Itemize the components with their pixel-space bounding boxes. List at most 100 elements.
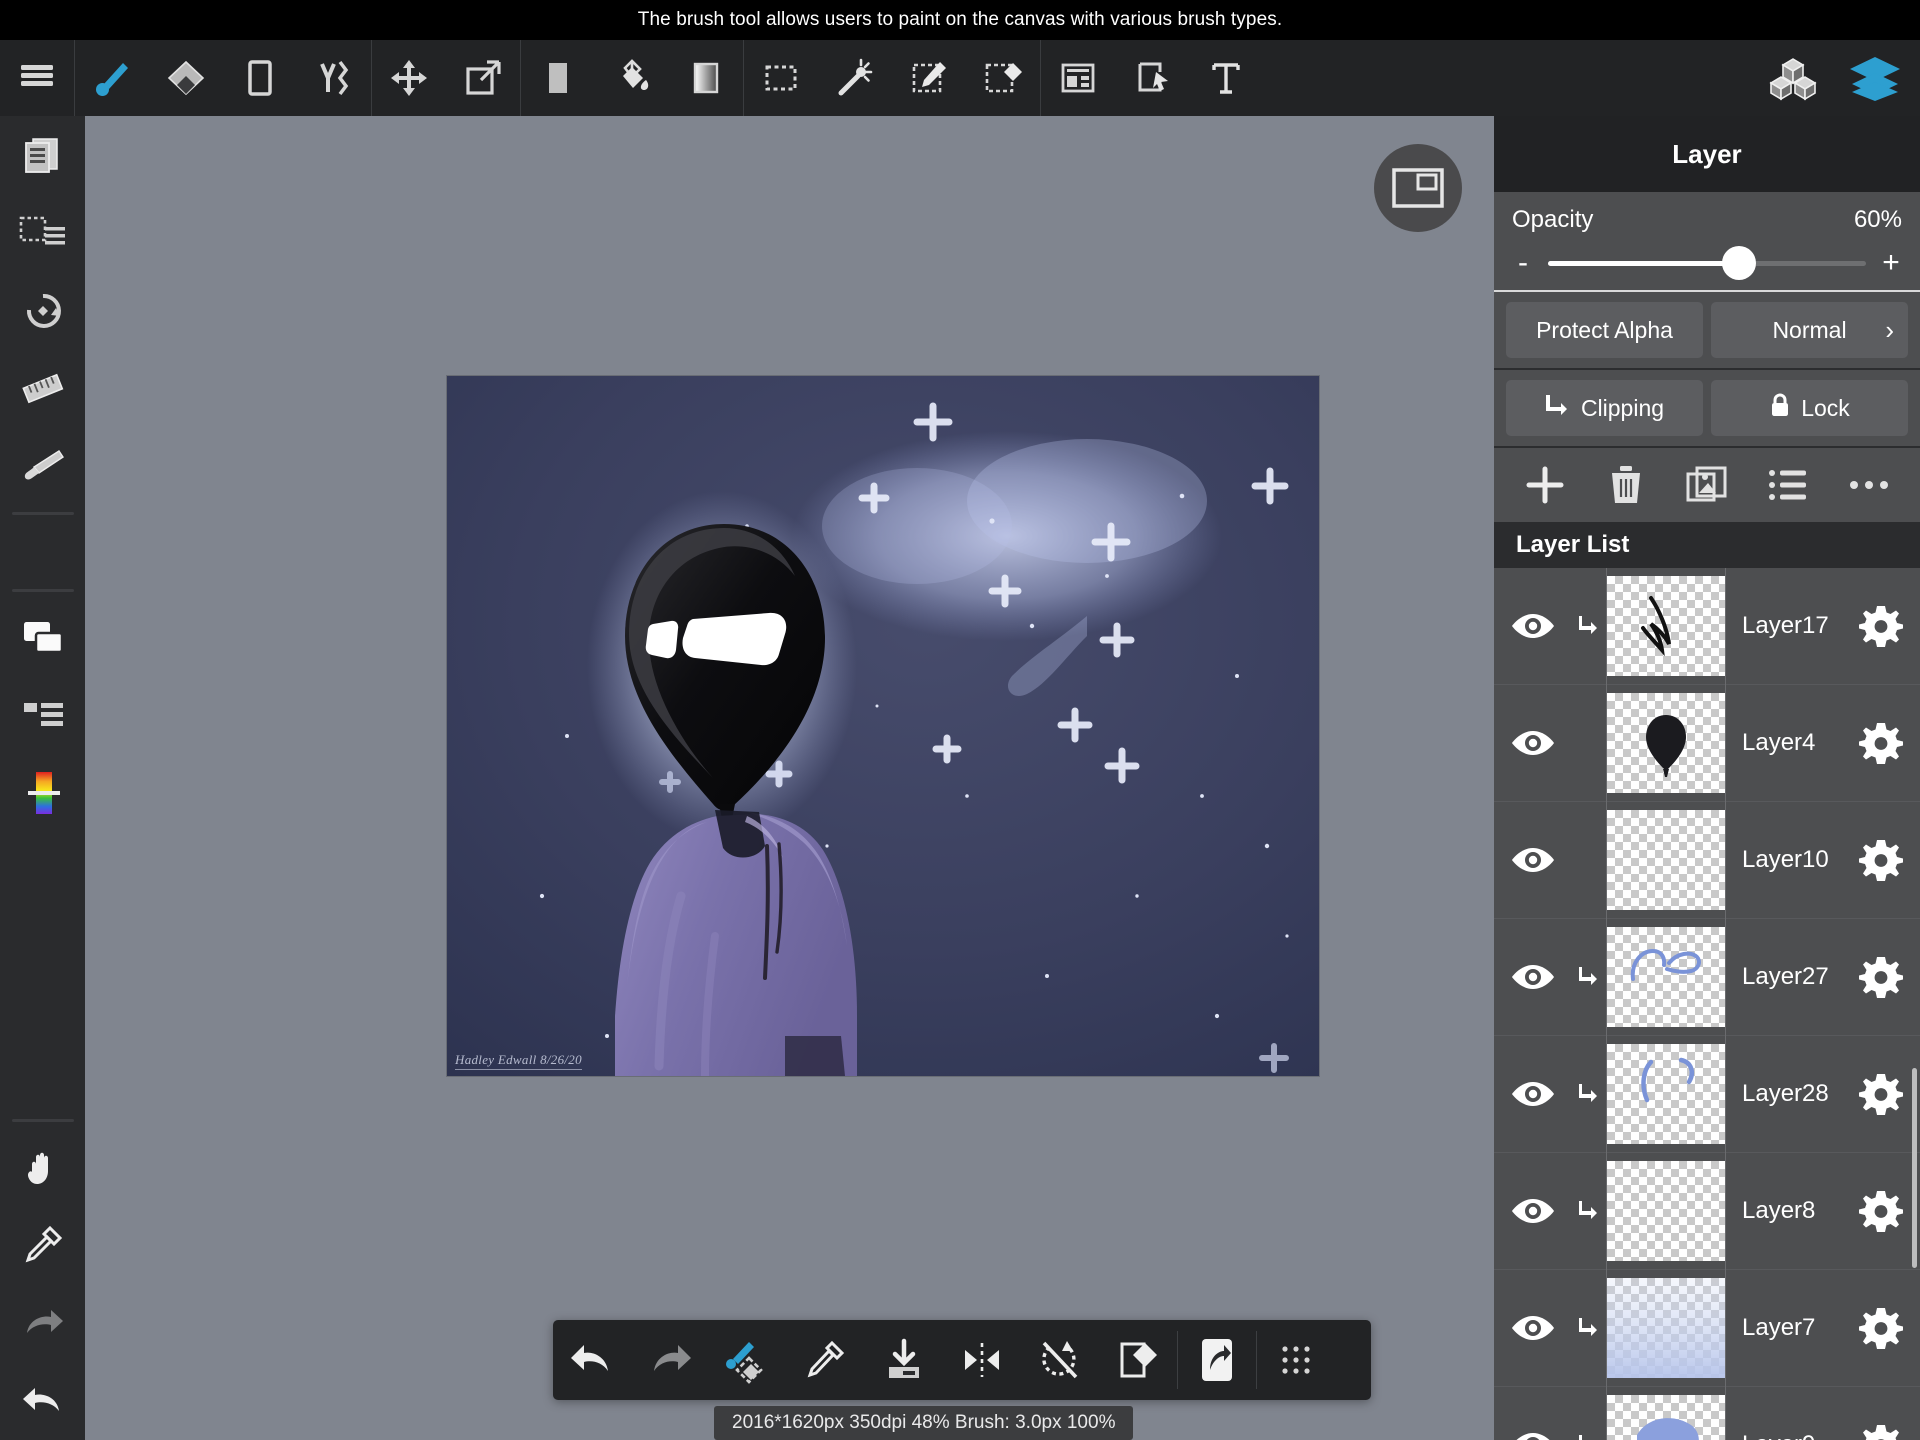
sidebar-undo-icon[interactable] (0, 1362, 85, 1440)
share-export-button[interactable] (1178, 1320, 1256, 1400)
sidebar-selection-icon[interactable] (0, 194, 85, 272)
opacity-decrease-button[interactable]: - (1512, 248, 1534, 278)
sidebar-eyedropper-icon[interactable] (0, 1206, 85, 1284)
hamburger-menu-icon[interactable] (0, 40, 74, 116)
layer-row[interactable]: Layer9 (1494, 1386, 1920, 1440)
bucket-tool[interactable] (595, 40, 669, 116)
canvas-preview-toggle-icon[interactable] (1374, 144, 1462, 232)
layer-row[interactable]: Layer8 (1494, 1152, 1920, 1270)
sidebar-ruler-icon[interactable] (0, 350, 85, 428)
layer-visibility-eye-icon[interactable] (1494, 1079, 1572, 1109)
layer-thumbnail[interactable] (1606, 1035, 1726, 1153)
sidebar-hand-icon[interactable] (0, 1128, 85, 1206)
opacity-slider[interactable] (1548, 246, 1866, 280)
text-tool[interactable] (1189, 40, 1263, 116)
material-3d-icon[interactable] (1756, 40, 1830, 116)
opacity-increase-button[interactable]: + (1880, 248, 1902, 278)
undo-button[interactable] (553, 1320, 631, 1400)
layer-name: Layer4 (1742, 729, 1816, 757)
layer-thumbnail[interactable] (1606, 801, 1726, 919)
layer-thumbnail[interactable] (1606, 568, 1726, 685)
layer-visibility-eye-icon[interactable] (1494, 1430, 1572, 1440)
move-tool[interactable] (372, 40, 446, 116)
layer-settings-gear-icon[interactable] (1842, 1423, 1920, 1440)
layer-row[interactable]: Layer10 (1494, 801, 1920, 919)
protect-alpha-button[interactable]: Protect Alpha (1506, 302, 1703, 358)
layer-row[interactable]: Layer17 (1494, 568, 1920, 685)
sidebar-list-icon[interactable] (0, 676, 85, 754)
redo-button[interactable] (631, 1320, 709, 1400)
layer-thumbnail[interactable] (1606, 1152, 1726, 1270)
transform-tool[interactable] (446, 40, 520, 116)
layer-settings-gear-icon[interactable] (1842, 604, 1920, 648)
protect-alpha-label: Protect Alpha (1536, 316, 1673, 343)
layer-name: Layer17 (1742, 612, 1829, 640)
layer-row[interactable]: Layer7 (1494, 1269, 1920, 1387)
clipping-arrow-icon (1545, 392, 1571, 424)
sidebar-layers-icon[interactable] (0, 598, 85, 676)
layer-visibility-eye-icon[interactable] (1494, 1196, 1572, 1226)
add-layer-action[interactable] (1514, 454, 1576, 516)
save-download-button[interactable] (865, 1320, 943, 1400)
operation-tool[interactable] (1115, 40, 1189, 116)
layer-visibility-eye-icon[interactable] (1494, 845, 1572, 875)
eyedropper-button[interactable] (787, 1320, 865, 1400)
layer-settings-gear-icon[interactable] (1842, 1072, 1920, 1116)
layer-thumbnail[interactable] (1606, 918, 1726, 1036)
select-eraser-tool[interactable] (966, 40, 1040, 116)
blend-mode-button[interactable]: Normal › (1711, 302, 1908, 358)
shape-tool[interactable] (223, 40, 297, 116)
flip-horizontal-button[interactable] (943, 1320, 1021, 1400)
layer-thumbnail-image (1607, 693, 1725, 793)
sidebar-brush-control-icon[interactable] (0, 428, 85, 506)
layer-list-scrollbar[interactable] (1912, 1068, 1917, 1268)
layer-settings-gear-icon[interactable] (1842, 721, 1920, 765)
layer-options-action[interactable] (1757, 454, 1819, 516)
layer-row[interactable]: Layer28 (1494, 1035, 1920, 1153)
brush-eraser-toggle-button[interactable] (709, 1320, 787, 1400)
sidebar-pages-icon[interactable] (0, 116, 85, 194)
magic-wand-tool[interactable] (818, 40, 892, 116)
delete-layer-action[interactable] (1595, 454, 1657, 516)
layer-name: Layer8 (1742, 1197, 1816, 1225)
layer-panel-title: Layer (1494, 116, 1920, 192)
layer-thumbnail[interactable] (1606, 1386, 1726, 1440)
canvas-area[interactable]: Hadley Edwall 8/26/20 (85, 116, 1494, 1440)
opacity-slider-knob[interactable] (1721, 246, 1756, 280)
layer-row[interactable]: Layer27 (1494, 918, 1920, 1036)
layers-panel-icon[interactable] (1830, 40, 1920, 116)
layer-visibility-eye-icon[interactable] (1494, 962, 1572, 992)
layer-row[interactable]: Layer4 (1494, 684, 1920, 802)
more-options-action[interactable] (1838, 454, 1900, 516)
eraser-tool[interactable] (149, 40, 223, 116)
layer-thumbnail[interactable] (1606, 684, 1726, 802)
layer-settings-gear-icon[interactable] (1842, 955, 1920, 999)
canvas-layout-tool[interactable] (1041, 40, 1115, 116)
gradient-tool[interactable] (669, 40, 743, 116)
artboard[interactable]: Hadley Edwall 8/26/20 (447, 376, 1319, 1076)
select-pen-tool[interactable] (892, 40, 966, 116)
status-bar: 2016*1620px 350dpi 48% Brush: 3.0px 100% (714, 1406, 1134, 1440)
layer-settings-gear-icon[interactable] (1842, 1189, 1920, 1233)
layer-thumbnail[interactable] (1606, 1269, 1726, 1387)
sidebar-color-palette-icon[interactable] (0, 754, 85, 832)
grid-more-button[interactable] (1257, 1320, 1335, 1400)
layer-visibility-eye-icon[interactable] (1494, 1313, 1572, 1343)
lock-button[interactable]: Lock (1711, 380, 1908, 436)
brush-tool[interactable] (75, 40, 149, 116)
rotate-reset-button[interactable] (1021, 1320, 1099, 1400)
clipping-button[interactable]: Clipping (1506, 380, 1703, 436)
sidebar-rotate-icon[interactable] (0, 272, 85, 350)
fill-solid-tool[interactable] (521, 40, 595, 116)
sidebar-redo-icon[interactable] (0, 1284, 85, 1362)
line-tool[interactable] (297, 40, 371, 116)
layer-settings-gear-icon[interactable] (1842, 1306, 1920, 1350)
layer-list[interactable]: Layer17 Layer4 Layer10 Layer27 Layer28 Layer8… (1494, 568, 1920, 1440)
layer-visibility-eye-icon[interactable] (1494, 611, 1572, 641)
blend-mode-label: Normal (1772, 316, 1847, 343)
layer-settings-gear-icon[interactable] (1842, 838, 1920, 882)
layer-visibility-eye-icon[interactable] (1494, 728, 1572, 758)
duplicate-layer-action[interactable] (1676, 454, 1738, 516)
select-rect-tool[interactable] (744, 40, 818, 116)
add-layer-button[interactable] (1099, 1320, 1177, 1400)
